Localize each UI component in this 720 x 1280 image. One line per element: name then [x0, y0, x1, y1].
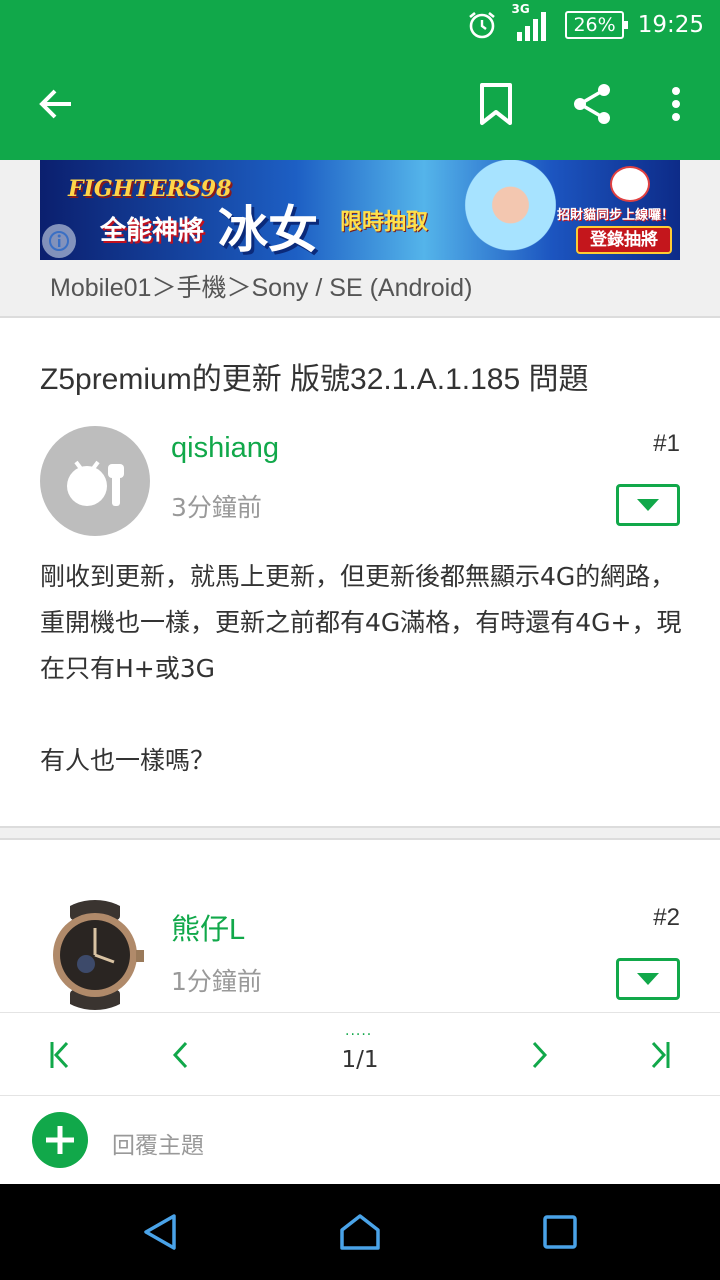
- page-indicator-dots: .....: [345, 1023, 373, 1039]
- reply-bar[interactable]: 回覆主題: [0, 1096, 720, 1184]
- post-username[interactable]: qishiang: [171, 432, 279, 465]
- signal-icon: [517, 12, 547, 41]
- triangle-back-icon: [144, 1214, 176, 1250]
- post-content: 剛收到更新，就馬上更新，但更新後都無顯示4G的網路，重開機也一樣，更新之前都有4…: [40, 562, 682, 775]
- banner-game-logo: FIGHTERS98: [68, 176, 232, 202]
- chevron-right-icon: [532, 1041, 548, 1069]
- status-bar: 3G 26% 19:25: [467, 2, 704, 42]
- ad-banner[interactable]: FIGHTERS98 全能神將 冰女 限時抽取 招財貓同步上線囉！ 登錄抽將: [40, 160, 680, 260]
- clock: 19:25: [637, 12, 704, 38]
- last-page-button[interactable]: [638, 1031, 682, 1079]
- post-time: 3分鐘前: [171, 493, 262, 522]
- app-header: 3G 26% 19:25: [0, 0, 720, 160]
- post-floor-number: #1: [653, 430, 680, 457]
- caret-down-icon: [637, 499, 659, 511]
- bookmark-button[interactable]: [464, 72, 528, 136]
- signal-indicator: 3G: [511, 2, 551, 42]
- banner-character-image: [450, 160, 560, 260]
- post-menu-dropdown[interactable]: [616, 958, 680, 1000]
- banner-cat-image: [610, 166, 650, 202]
- post-time: 1分鐘前: [171, 967, 262, 996]
- add-reply-button[interactable]: [32, 1112, 88, 1168]
- banner-line1: 全能神將: [100, 216, 205, 246]
- post-card: Z5premium的更新 版號32.1.A.1.185 問題 qishiang …: [0, 316, 720, 828]
- page-number[interactable]: 1/1: [0, 1047, 720, 1073]
- watch-avatar-image: [53, 900, 144, 1010]
- more-options-button[interactable]: [644, 72, 708, 136]
- share-button[interactable]: [560, 72, 624, 136]
- nav-back-button[interactable]: [132, 1208, 188, 1256]
- post-card: 熊仔L 1分鐘前 #2: [0, 838, 720, 1028]
- share-icon: [574, 84, 610, 124]
- breadcrumb[interactable]: Mobile01＞手機＞Sony / SE (Android): [50, 268, 472, 304]
- banner-line3: 限時抽取: [340, 210, 429, 235]
- banner-line2: 冰女: [218, 201, 318, 259]
- back-arrow-icon: [39, 89, 71, 119]
- thread-title: Z5premium的更新 版號32.1.A.1.185 問題: [40, 363, 589, 396]
- avatar[interactable]: [40, 900, 150, 1010]
- bookmark-icon: [480, 83, 512, 125]
- post-floor-number: #2: [653, 904, 680, 931]
- reply-label[interactable]: 回覆主題: [112, 1126, 204, 1160]
- home-icon: [340, 1214, 380, 1250]
- system-nav-bar: [0, 1184, 720, 1280]
- ad-info-icon[interactable]: [42, 224, 76, 258]
- post-username[interactable]: 熊仔L: [171, 906, 245, 948]
- plus-icon: [46, 1126, 74, 1154]
- next-page-button[interactable]: [518, 1031, 562, 1079]
- alarm-icon: [469, 11, 496, 39]
- banner-cta-button[interactable]: 登錄抽將: [576, 226, 672, 254]
- last-page-icon: [651, 1041, 670, 1069]
- banner-cta-caption: 招財貓同步上線囉！: [556, 208, 674, 223]
- square-recents-icon: [543, 1215, 577, 1249]
- avatar[interactable]: [40, 426, 150, 536]
- default-avatar-icon: [67, 460, 124, 506]
- battery-indicator: 26%: [565, 11, 628, 39]
- caret-down-icon: [637, 973, 659, 985]
- more-vert-icon: [672, 87, 680, 121]
- post-menu-dropdown[interactable]: [616, 484, 680, 526]
- back-button[interactable]: [24, 72, 88, 136]
- nav-home-button[interactable]: [332, 1208, 388, 1256]
- nav-recents-button[interactable]: [532, 1208, 588, 1256]
- pagination-bar: ..... 1/1: [0, 1012, 720, 1096]
